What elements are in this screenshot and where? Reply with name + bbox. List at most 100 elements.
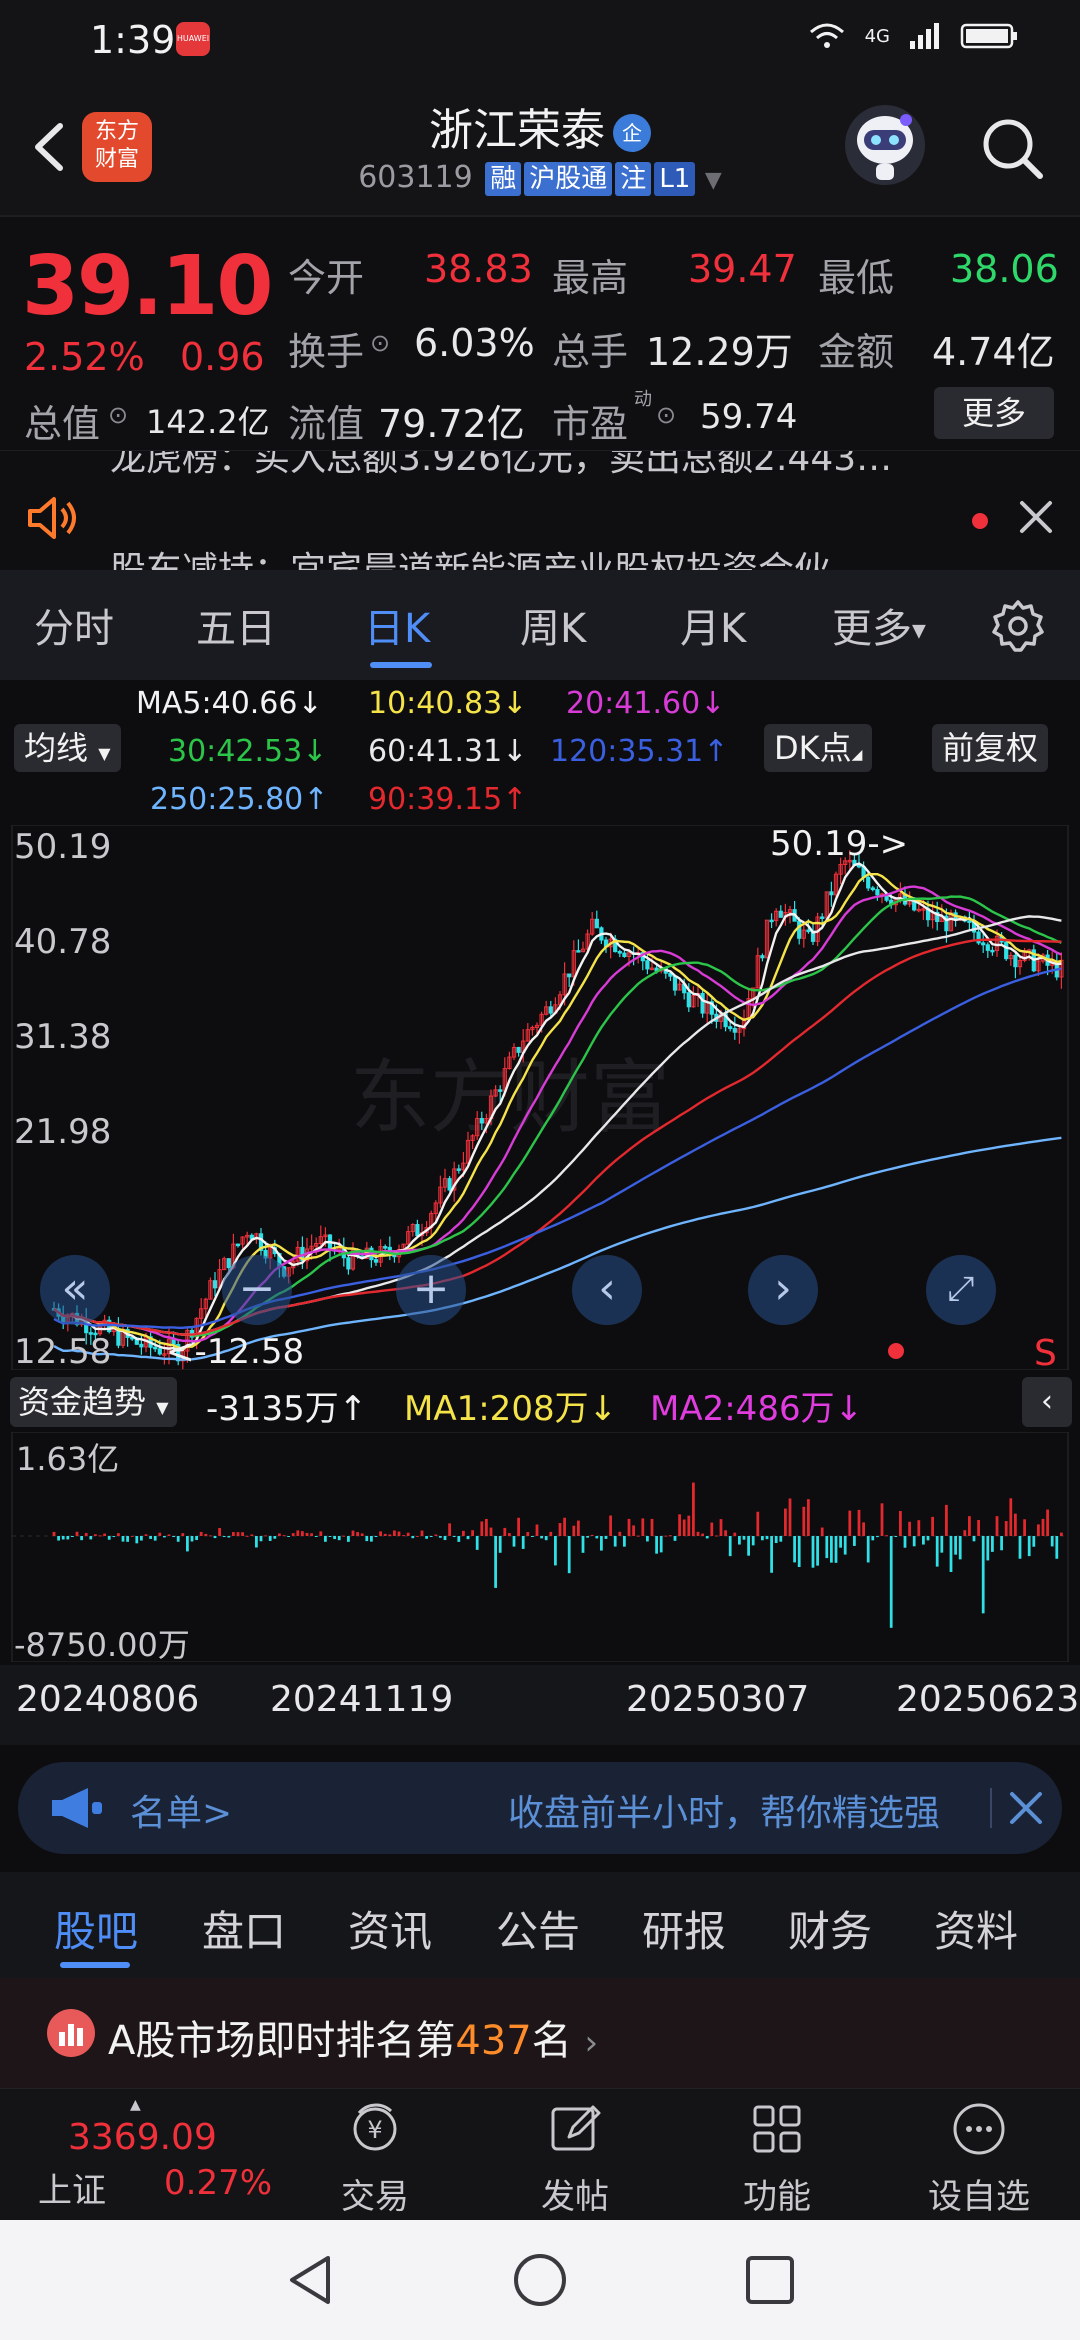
info-icon[interactable]: ⊙ — [108, 401, 128, 429]
index-value: 3369.09 — [68, 2117, 217, 2158]
fund-selector-button[interactable]: 资金趋势 ▼ — [10, 1377, 177, 1427]
battery-icon — [960, 23, 1017, 49]
ma120-label: 120:35.31↑ — [550, 734, 729, 769]
chart-period-tabs: 分时 五日 日K 周K 月K 更多▼ — [0, 570, 1080, 680]
ma10-label: 10:40.83↓ — [368, 686, 528, 721]
fund-flow-chart[interactable]: 1.63亿 -8750.00万 — [0, 1432, 1080, 1662]
news-ticker[interactable]: 龙虎榜：买入总额3.926亿元，卖出总额2.443… 股东减持：宜宾晨道新能源产… — [0, 450, 1080, 570]
value-amount: 4.74亿 — [932, 330, 1055, 374]
tab-financials[interactable]: 财务 — [788, 1898, 872, 1959]
label-open: 今开 — [288, 256, 365, 300]
bottom-navigation: ▲ 3369.09 上证 0.27% ¥ 交易 发帖 功能 设自选 — [0, 2088, 1080, 2220]
date-label-2: 20241119 — [270, 1679, 454, 1720]
wifi-icon — [809, 23, 844, 48]
nav-trade[interactable]: ¥ 交易 — [300, 2099, 450, 2218]
low-annotation: <-12.58 — [166, 1332, 304, 1370]
home-circle-icon[interactable] — [510, 2250, 570, 2310]
label-high: 最高 — [552, 256, 629, 300]
triangle-down-icon: ▼ — [156, 1398, 169, 1417]
rank-suffix: 名 — [531, 2018, 572, 2064]
search-icon[interactable] — [978, 114, 1048, 184]
banner-list-link[interactable]: 名单> — [130, 1784, 232, 1836]
fullscreen-icon[interactable]: ⤢ — [926, 1255, 996, 1325]
value-float-cap: 79.72亿 — [378, 402, 525, 446]
enterprise-badge-icon: 企 — [613, 114, 651, 152]
tab-daily-k[interactable]: 日K — [364, 596, 430, 654]
value-market-cap: 142.2亿 — [146, 403, 270, 441]
tab-forum[interactable]: 股吧 — [54, 1898, 138, 1959]
nav-post[interactable]: 发帖 — [500, 2099, 650, 2218]
index-ticker[interactable]: ▲ 3369.09 上证 0.27% — [30, 2097, 272, 2215]
label-market-cap: 总值 — [24, 402, 101, 446]
y-label-bottom: 12.58 — [14, 1332, 111, 1370]
nav-trade-label: 交易 — [341, 2177, 409, 2217]
ma5-label: MA5:40.66↓ — [136, 686, 323, 721]
change-amount: 0.96 — [180, 335, 265, 379]
gear-icon[interactable] — [990, 598, 1046, 654]
info-icon[interactable]: ⊙ — [370, 329, 390, 357]
promo-banner[interactable]: 名单> 收盘前半小时，帮你精选强 — [18, 1762, 1062, 1854]
more-quote-button[interactable]: 更多 — [934, 387, 1054, 439]
robot-assistant-icon[interactable] — [840, 100, 930, 190]
back-triangle-icon[interactable] — [282, 2250, 338, 2310]
triangle-down-icon: ▼ — [912, 620, 926, 642]
forward-adjust-button[interactable]: 前复权 — [932, 724, 1049, 772]
index-name: 上证 — [38, 2171, 106, 2211]
rank-prefix: A股市场即时排名第 — [108, 2018, 456, 2064]
pe-dynamic-sup: 动 — [634, 389, 652, 410]
scroll-right-icon[interactable]: › — [748, 1255, 818, 1325]
tab-announcements[interactable]: 公告 — [496, 1898, 580, 1959]
fund-ma2: MA2:486万↓ — [650, 1389, 864, 1429]
chevron-down-icon: ▼ — [704, 168, 722, 193]
tab-monthly-k[interactable]: 月K — [680, 596, 746, 654]
triangle-up-icon: ▲ — [130, 2097, 141, 2113]
market-rank-row[interactable]: A股市场即时排名第437名 › — [0, 1978, 1080, 2088]
fund-value: -3135万↑ — [206, 1389, 368, 1429]
date-label-4: 20250623 — [896, 1679, 1080, 1720]
fund-selector-label: 资金趋势 — [18, 1383, 147, 1421]
tab-orderbook[interactable]: 盘口 — [202, 1898, 286, 1959]
moving-average-legend: MA5:40.66↓ 10:40.83↓ 20:41.60↓ 均线 ▼ 30:4… — [0, 680, 1080, 825]
ma-selector-button[interactable]: 均线 ▼ — [14, 724, 121, 772]
stock-name-text: 浙江荣泰 — [429, 105, 605, 156]
chevron-right-icon: › — [584, 2023, 599, 2063]
tab-profile[interactable]: 资料 — [934, 1898, 1018, 1959]
tab-weekly-k[interactable]: 周K — [520, 596, 586, 654]
info-icon[interactable]: ⊙ — [656, 401, 676, 429]
tab-more-label: 更多 — [832, 606, 912, 652]
value-high: 39.47 — [688, 247, 797, 291]
tab-five-day[interactable]: 五日 — [196, 596, 276, 654]
tab-research[interactable]: 研报 — [642, 1898, 726, 1959]
tab-news[interactable]: 资讯 — [348, 1898, 432, 1959]
status-time: 1:39 — [90, 18, 176, 62]
sell-mark: S — [1034, 1333, 1057, 1370]
fund-trend-legend: 资金趋势 ▼ -3135万↑ MA1:208万↓ MA2:486万↓ ‹ — [0, 1375, 1080, 1431]
news-line: 股东减持：宜宾晨道新能源产业股权投资合伙 — [110, 541, 830, 570]
label-low: 最低 — [818, 256, 895, 300]
y-label-top: 50.19 — [14, 827, 111, 867]
nav-add-watchlist[interactable]: 设自选 — [904, 2099, 1054, 2218]
close-icon[interactable] — [1016, 497, 1056, 537]
banner-text: 收盘前半小时，帮你精选强 — [508, 1793, 941, 1834]
trade-icon: ¥ — [353, 2103, 397, 2151]
recents-square-icon[interactable] — [742, 2252, 798, 2308]
zoom-in-icon[interactable]: + — [396, 1255, 466, 1325]
current-price: 39.10 — [22, 239, 273, 334]
dk-point-button[interactable]: DK点◢ — [764, 724, 873, 772]
value-low: 38.06 — [950, 247, 1059, 291]
tab-intraday[interactable]: 分时 — [34, 596, 114, 654]
value-open: 38.83 — [424, 247, 533, 291]
close-icon[interactable] — [1008, 1790, 1044, 1826]
collapse-panel-icon[interactable]: ‹ — [1022, 1377, 1072, 1427]
change-percent: 2.52% — [24, 335, 145, 379]
nav-functions[interactable]: 功能 — [702, 2099, 852, 2218]
ma30-label: 30:42.53↓ — [168, 734, 328, 769]
date-axis: 20240806 20241119 20250307 20250623 — [0, 1665, 1080, 1745]
tag-margin: 融 — [485, 162, 522, 196]
tab-more[interactable]: 更多▼ — [832, 596, 926, 654]
scroll-left-icon[interactable]: ‹ — [572, 1255, 642, 1325]
scroll-left-fast-icon[interactable]: « — [40, 1255, 110, 1325]
zoom-out-icon[interactable]: − — [222, 1255, 292, 1325]
system-navigation-bar — [0, 2220, 1080, 2340]
y-label-3: 31.38 — [14, 1017, 111, 1057]
